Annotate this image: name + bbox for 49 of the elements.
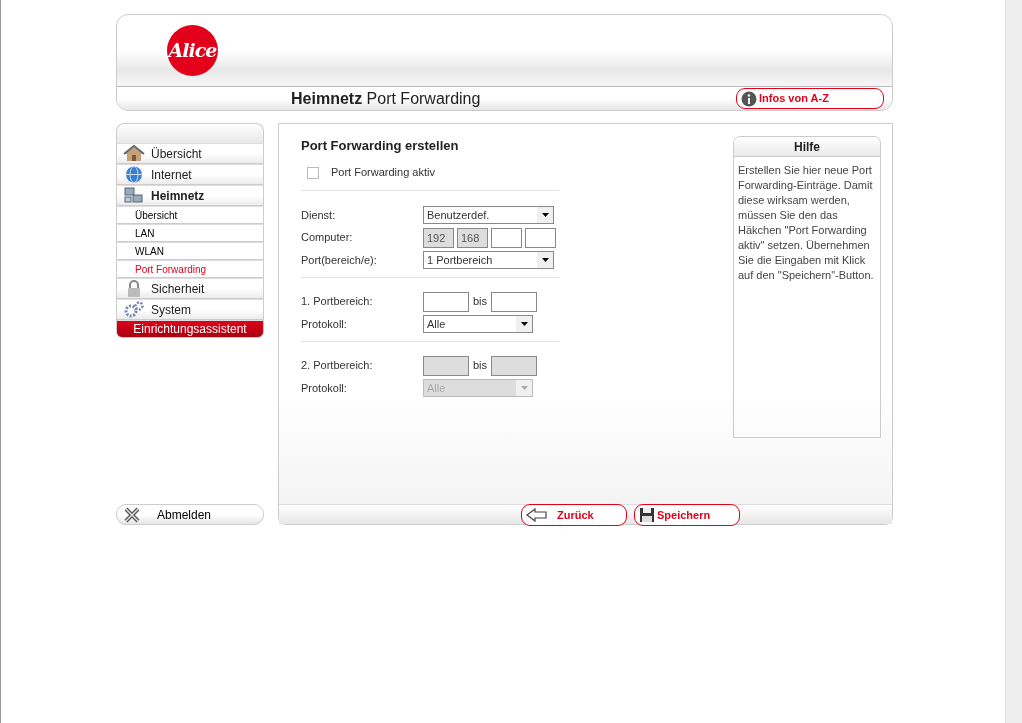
subnav-item[interactable]: Übersicht — [116, 206, 264, 224]
subnav-item[interactable]: Port Forwarding — [116, 260, 264, 278]
back-arrow-icon — [526, 507, 547, 523]
nav-item[interactable]: Heimnetz — [116, 185, 264, 206]
ip-field[interactable] — [525, 227, 556, 248]
info-button[interactable]: Infos von A-Z — [736, 88, 884, 109]
caret-icon — [520, 322, 528, 326]
page-title: Heimnetz Port Forwarding — [291, 88, 482, 109]
field-label: Protokoll: — [301, 380, 348, 396]
nav-item[interactable]: Internet — [116, 164, 264, 185]
help-text: Erstellen Sie hier neue Port Forwarding-Einträge. Damit diese wirksam werden, müssen Sie den das Häkchen "Port Forwarding aktiv" setzen. Übernehmen Sie die Eingaben mit Klick auf den "Speichern"-Button. — [737, 163, 875, 283]
nav-item[interactable]: Sicherheit — [116, 278, 264, 299]
dropdown[interactable]: Alle — [423, 315, 533, 333]
house-icon — [123, 145, 145, 162]
caret-icon — [541, 258, 549, 262]
field-label: 1. Portbereich: — [301, 294, 374, 310]
logo: Alice — [167, 25, 218, 76]
field-label: Computer: — [301, 230, 354, 246]
gears-icon — [123, 301, 145, 318]
field-label: Port(bereich/e): — [301, 252, 378, 268]
checkbox-label: Port Forwarding aktiv — [331, 165, 435, 181]
caret-icon — [520, 386, 528, 390]
wizard-button[interactable]: Einrichtungsassistent — [116, 320, 264, 338]
caret-icon — [541, 213, 549, 217]
subnav-item[interactable]: LAN — [116, 224, 264, 242]
globe-icon — [123, 166, 145, 183]
scrollbar[interactable] — [1005, 0, 1022, 723]
range-separator: bis — [473, 294, 488, 310]
nav-item[interactable]: Übersicht — [116, 143, 264, 164]
field-label: Protokoll: — [301, 316, 348, 332]
field-label: Dienst: — [301, 207, 337, 223]
close-icon — [123, 506, 141, 523]
network-icon — [123, 187, 145, 204]
port-field[interactable] — [491, 291, 538, 312]
range-separator: bis — [473, 358, 488, 374]
info-icon — [741, 90, 757, 107]
checkbox[interactable] — [307, 166, 319, 179]
form-title: Port Forwarding erstellen — [301, 137, 460, 155]
logout-button[interactable]: Abmelden — [116, 504, 264, 525]
dropdown[interactable]: Benutzerdef. — [423, 206, 554, 224]
back-button[interactable]: Zurück — [521, 504, 627, 526]
subnav-item[interactable]: WLAN — [116, 242, 264, 260]
save-button[interactable]: Speichern — [634, 504, 740, 526]
port-field[interactable] — [423, 291, 469, 312]
dropdown[interactable]: 1 Portbereich — [423, 251, 554, 269]
field-label: 2. Portbereich: — [301, 358, 374, 374]
help-title: Hilfe — [734, 137, 880, 157]
nav-item[interactable]: System — [116, 299, 264, 320]
ip-field[interactable] — [491, 227, 522, 248]
